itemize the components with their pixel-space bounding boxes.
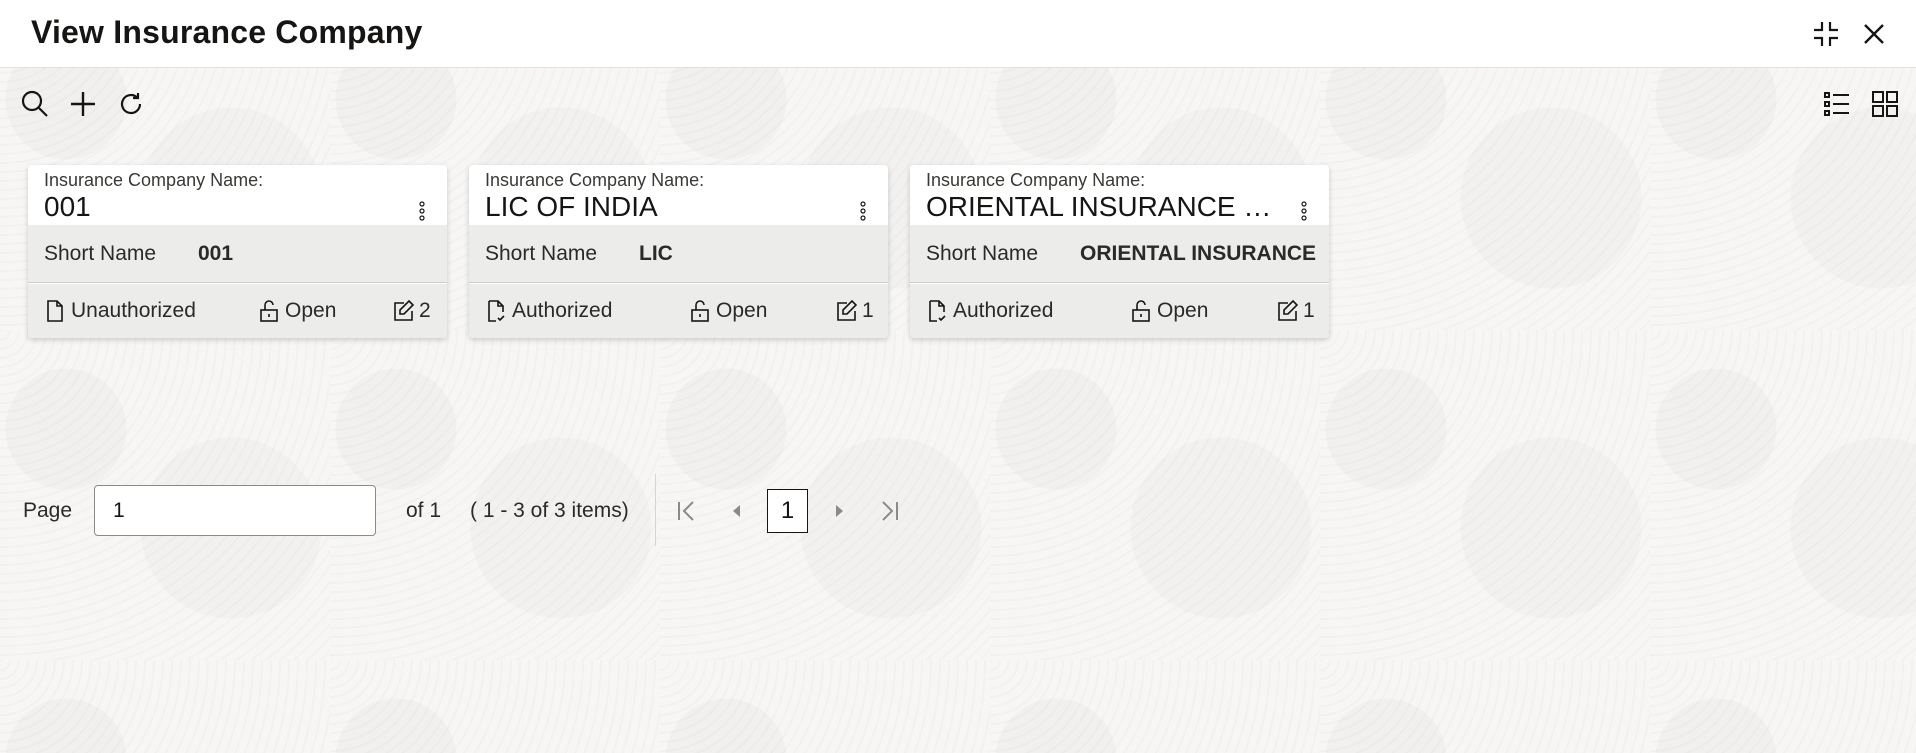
first-page-icon xyxy=(678,501,694,521)
kebab-icon xyxy=(1301,201,1307,221)
modification-count: 1 xyxy=(835,299,874,323)
card-details: Short Name 001 xyxy=(28,225,447,283)
list-view-button[interactable] xyxy=(1819,86,1855,122)
auth-status: Authorized xyxy=(926,299,1053,323)
short-name-label: Short Name xyxy=(926,242,1039,265)
edit-icon xyxy=(1278,299,1298,321)
card-header: Insurance Company Name: LIC OF INDIA xyxy=(469,165,888,225)
record-status-text: Open xyxy=(716,299,768,322)
insurance-company-card[interactable]: Insurance Company Name: LIC OF INDIA Sho… xyxy=(469,165,888,338)
short-name-value: ORIENTAL INSURANCE xyxy=(1080,242,1317,265)
first-page-button[interactable] xyxy=(669,493,705,529)
next-page-button[interactable] xyxy=(821,493,857,529)
page-total-text: of 1 xyxy=(406,499,442,522)
close-icon xyxy=(1864,24,1884,44)
unlock-icon xyxy=(691,300,709,322)
grid-view-icon xyxy=(1872,91,1898,117)
record-status: Open xyxy=(1130,299,1208,323)
company-name: ORIENTAL INSURANCE C... xyxy=(926,191,1286,222)
company-name: LIC OF INDIA xyxy=(485,191,658,222)
unlock-icon xyxy=(260,300,278,322)
item-range-text: ( 1 - 3 of 3 items) xyxy=(470,499,629,522)
close-button[interactable] xyxy=(1856,16,1892,52)
card-header: Insurance Company Name: ORIENTAL INSURAN… xyxy=(910,165,1329,225)
dialog-header: View Insurance Company xyxy=(0,0,1916,68)
unlock-icon xyxy=(1132,300,1150,322)
short-name-label: Short Name xyxy=(44,242,157,265)
pagination-divider xyxy=(655,474,656,546)
short-name-value: LIC xyxy=(639,242,673,265)
card-menu-button[interactable] xyxy=(856,199,870,223)
previous-page-icon xyxy=(733,505,740,517)
page-title: View Insurance Company xyxy=(31,14,423,50)
insurance-company-card[interactable]: Insurance Company Name: 001 Short Name 0… xyxy=(28,165,447,338)
add-button[interactable] xyxy=(65,86,101,122)
modification-count: 2 xyxy=(392,299,431,323)
auth-status: Unauthorized xyxy=(44,299,196,323)
edit-icon xyxy=(394,299,414,321)
record-status: Open xyxy=(689,299,767,323)
refresh-button[interactable] xyxy=(113,86,149,122)
modification-count-text: 2 xyxy=(419,299,431,322)
card-footer: Authorized Open 1 xyxy=(469,284,888,338)
record-status-text: Open xyxy=(285,299,337,322)
page-label: Page xyxy=(23,499,73,522)
compress-button[interactable] xyxy=(1808,16,1844,52)
auth-status-text: Authorized xyxy=(512,299,613,322)
next-page-icon xyxy=(836,505,843,517)
short-name-value: 001 xyxy=(198,242,234,265)
list-view-icon xyxy=(1824,92,1849,116)
auth-status: Authorized xyxy=(485,299,612,323)
company-name: 001 xyxy=(44,191,91,222)
last-page-button[interactable] xyxy=(871,493,907,529)
card-header: Insurance Company Name: 001 xyxy=(28,165,447,225)
page-number-input[interactable] xyxy=(94,485,376,536)
add-icon xyxy=(71,92,95,116)
card-footer: Authorized Open 1 xyxy=(910,284,1329,338)
compress-icon xyxy=(1814,22,1838,46)
authorized-document-icon xyxy=(488,300,505,322)
card-footer: Unauthorized Open 2 xyxy=(28,284,447,338)
card-details: Short Name ORIENTAL INSURANCE xyxy=(910,225,1329,283)
company-name-label: Insurance Company Name: xyxy=(485,170,705,190)
kebab-icon xyxy=(860,201,866,221)
auth-status-text: Authorized xyxy=(953,299,1054,322)
previous-page-button[interactable] xyxy=(719,493,755,529)
short-name-label: Short Name xyxy=(485,242,598,265)
record-status: Open xyxy=(258,299,336,323)
modification-count: 1 xyxy=(1276,299,1315,323)
auth-status-text: Unauthorized xyxy=(71,299,196,322)
insurance-company-card[interactable]: Insurance Company Name: ORIENTAL INSURAN… xyxy=(910,165,1329,338)
card-menu-button[interactable] xyxy=(1297,199,1311,223)
card-menu-button[interactable] xyxy=(415,199,429,223)
last-page-icon xyxy=(882,501,898,521)
modification-count-text: 1 xyxy=(862,299,874,322)
kebab-icon xyxy=(419,201,425,221)
current-page-indicator[interactable]: 1 xyxy=(767,489,808,533)
edit-icon xyxy=(837,299,857,321)
search-button[interactable] xyxy=(17,86,53,122)
company-name-label: Insurance Company Name: xyxy=(926,170,1146,190)
record-status-text: Open xyxy=(1157,299,1209,322)
grid-view-button[interactable] xyxy=(1867,86,1903,122)
card-details: Short Name LIC xyxy=(469,225,888,283)
search-icon xyxy=(21,90,48,117)
authorized-document-icon xyxy=(929,300,946,322)
company-name-label: Insurance Company Name: xyxy=(44,170,264,190)
refresh-icon xyxy=(120,93,142,115)
document-icon xyxy=(47,300,63,322)
modification-count-text: 1 xyxy=(1303,299,1315,322)
